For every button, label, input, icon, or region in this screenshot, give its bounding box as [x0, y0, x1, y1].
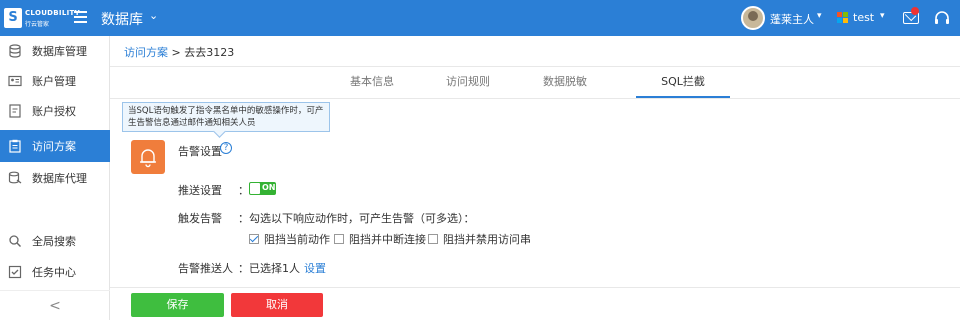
sidebar-item-account-management[interactable]: 账户管理: [0, 66, 110, 96]
cancel-button[interactable]: 取消: [231, 293, 323, 317]
label-colon: ：: [238, 212, 249, 225]
push-toggle[interactable]: ON: [249, 182, 276, 195]
user-name[interactable]: 蓬莱主人: [770, 11, 814, 27]
sidebar-item-label: 访问方案: [32, 140, 76, 153]
bell-icon: [140, 149, 156, 168]
task-icon: [8, 265, 22, 279]
logo-mark-icon: S: [4, 8, 22, 28]
search-icon: [9, 235, 21, 247]
divider: [110, 66, 960, 67]
trigger-alert-label: 触发告警: [178, 212, 222, 225]
sidebar-item-account-authorization[interactable]: 账户授权: [0, 96, 110, 126]
sidebar-item-label: 数据库管理: [32, 45, 87, 58]
sidebar-item-label: 账户授权: [32, 105, 76, 118]
checkbox-checked[interactable]: [249, 234, 259, 244]
chevron-down-icon[interactable]: ▾: [817, 11, 822, 21]
breadcrumb: 访问方案 > 去去3123: [124, 44, 234, 60]
sidebar-item-access-plan[interactable]: 访问方案: [0, 130, 110, 162]
logo-subtext: 行云管家: [25, 21, 50, 28]
checkbox-block-and-disconnect[interactable]: 阻挡并中断连接: [334, 233, 426, 246]
recipient-count: 已选择1人: [249, 262, 300, 275]
tenant-name[interactable]: test: [853, 11, 874, 24]
chevron-down-icon[interactable]: ▾: [880, 11, 885, 21]
sidebar-item-label: 数据库代理: [32, 172, 87, 185]
toggle-state-text: ON: [262, 183, 276, 192]
main-content: 访问方案 > 去去3123 基本信息 访问规则 数据脱敏 SQL拦截 当SQL语…: [110, 36, 960, 320]
sidebar-item-task-center[interactable]: 任务中心: [0, 257, 110, 287]
chevron-down-icon[interactable]: ⌄: [149, 9, 158, 22]
breadcrumb-current: 去去3123: [184, 46, 235, 59]
id-card-icon: [8, 75, 22, 87]
alert-bell-tile: [131, 140, 165, 174]
tab-sql-interception[interactable]: SQL拦截: [636, 70, 730, 98]
database-icon: [9, 44, 21, 58]
label-colon: ：: [238, 184, 249, 197]
help-icon[interactable]: ?: [220, 142, 232, 154]
recipient-settings-link[interactable]: 设置: [304, 262, 326, 275]
database-proxy-icon: [8, 171, 22, 184]
tab-basic-info[interactable]: 基本信息: [340, 70, 404, 98]
checkbox-label: 阻挡并中断连接: [349, 233, 426, 246]
tab-access-rules[interactable]: 访问规则: [436, 70, 500, 98]
alert-settings-title: 告警设置: [178, 145, 222, 158]
top-bar: S CLOUDBILITY 行云管家 数据库 ⌄ 蓬莱主人 ▾ test ▾: [0, 0, 960, 36]
sidebar-item-global-search[interactable]: 全局搜索: [0, 226, 110, 256]
checkbox-unchecked[interactable]: [334, 234, 344, 244]
save-button[interactable]: 保存: [131, 293, 224, 317]
microsoft-logo-icon: [837, 12, 848, 23]
breadcrumb-parent-link[interactable]: 访问方案: [124, 46, 168, 59]
divider: [110, 287, 960, 288]
avatar[interactable]: [741, 6, 765, 30]
breadcrumb-separator: >: [168, 46, 185, 59]
toggle-knob: [250, 183, 260, 194]
auth-doc-icon: [9, 104, 21, 118]
trigger-description: 勾选以下响应动作时，可产生告警（可多选）：: [249, 212, 475, 225]
sidebar-item-database-management[interactable]: 数据库管理: [0, 36, 110, 66]
alert-recipient-label: 告警推送人: [178, 262, 233, 275]
label-colon: ：: [238, 262, 249, 275]
sidebar-item-label: 账户管理: [32, 75, 76, 88]
checkbox-block-current-action[interactable]: 阻挡当前动作: [249, 233, 330, 246]
headset-icon[interactable]: [934, 10, 950, 26]
logo-text: CLOUDBILITY: [25, 9, 80, 17]
cloudbility-logo[interactable]: S CLOUDBILITY 行云管家: [4, 6, 80, 30]
checkbox-unchecked[interactable]: [428, 234, 438, 244]
recipient-value: 已选择1人 设置: [249, 260, 326, 276]
tab-data-masking[interactable]: 数据脱敏: [533, 70, 597, 98]
checkbox-label: 阻挡并禁用访问串: [443, 233, 531, 246]
checkbox-label: 阻挡当前动作: [264, 233, 330, 246]
sidebar-item-label: 任务中心: [32, 266, 76, 279]
checkbox-block-and-disable-access[interactable]: 阻挡并禁用访问串: [428, 233, 531, 246]
sidebar-item-label: 全局搜索: [32, 235, 76, 248]
sidebar-item-database-proxy[interactable]: 数据库代理: [0, 163, 110, 193]
sidebar: 数据库管理 账户管理 账户授权 访问方案 数据库代理 全局搜索 任务中心 <: [0, 36, 110, 320]
menu-icon[interactable]: [74, 11, 87, 23]
notification-badge: [911, 7, 919, 15]
divider: [110, 98, 960, 99]
alert-tooltip: 当SQL语句触发了指令黑名单中的敏感操作时，可产生告警信息通过邮件通知相关人员: [122, 102, 330, 132]
app-title[interactable]: 数据库: [101, 9, 143, 29]
push-settings-label: 推送设置: [178, 184, 222, 197]
clipboard-icon: [9, 139, 21, 153]
sidebar-collapse-button[interactable]: <: [0, 290, 110, 320]
